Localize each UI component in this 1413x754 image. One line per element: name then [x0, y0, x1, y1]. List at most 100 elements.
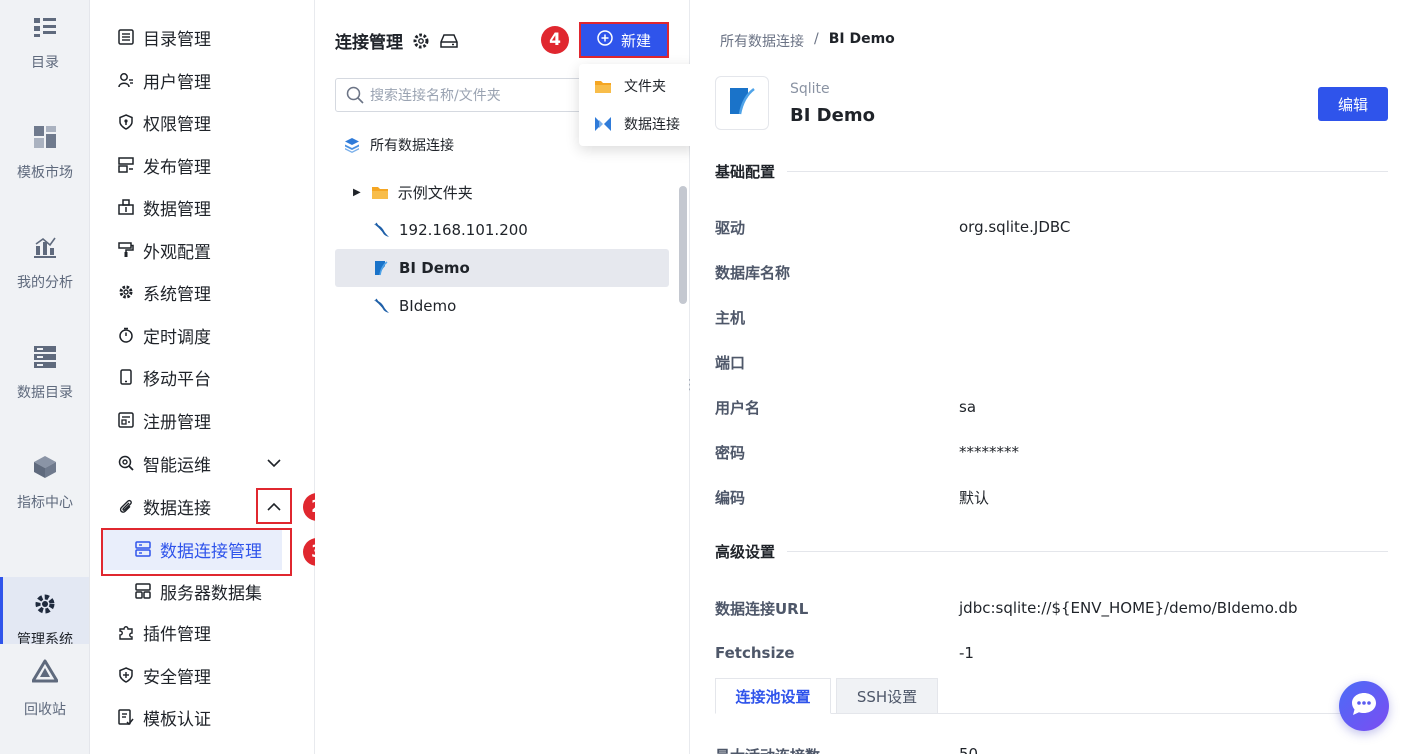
rail-label: 我的分析	[17, 275, 73, 291]
rail-item-my-analysis[interactable]: 我的分析	[0, 234, 89, 334]
drive-icon[interactable]	[439, 31, 459, 51]
menu-item-security-mgmt[interactable]: 安全管理	[90, 654, 314, 696]
analysis-icon	[32, 234, 58, 260]
dropdown-item-data-connection[interactable]: 数据连接	[579, 105, 699, 143]
menu-label: 发布管理	[143, 157, 211, 178]
menu-label: 智能运维	[143, 455, 211, 476]
shield-icon	[117, 113, 135, 131]
menu-label: 数据连接	[143, 498, 211, 519]
menu-item-data-connection[interactable]: 数据连接	[90, 485, 314, 527]
tree-node-connection[interactable]: BIdemo	[335, 287, 669, 325]
timer-icon	[117, 326, 135, 344]
field-label: 数据连接URL	[715, 599, 809, 618]
tree-node-label: BIdemo	[399, 297, 457, 315]
field-value: 默认	[959, 488, 990, 507]
menu-item-plugin-mgmt[interactable]: 插件管理	[90, 611, 314, 653]
search-placeholder: 搜索连接名称/文件夹	[370, 88, 501, 104]
menu-item-system-mgmt[interactable]: 系统管理	[90, 271, 314, 313]
menu-label: 定时调度	[143, 327, 211, 348]
menu-label: 插件管理	[143, 624, 211, 645]
sqlite-logo	[715, 76, 769, 130]
menu-item-user-mgmt[interactable]: 用户管理	[90, 59, 314, 101]
new-button-label: 新建	[620, 31, 651, 50]
rail-label: 数据目录	[17, 385, 73, 401]
menu-label: 系统管理	[143, 284, 211, 305]
tree-node-folder[interactable]: ▶ 示例文件夹	[335, 173, 669, 211]
menu-item-template-cert[interactable]: 模板认证	[90, 696, 314, 738]
field-fetchsize: Fetchsize -1	[715, 642, 1388, 664]
certificate-icon	[117, 708, 135, 726]
field-label: 数据库名称	[715, 263, 791, 282]
rail-item-metrics[interactable]: 指标中心	[0, 454, 89, 554]
dropdown-label: 文件夹	[624, 79, 666, 95]
breadcrumb-current: BI Demo	[828, 31, 895, 47]
field-max-active-value: 50	[959, 745, 979, 754]
metrics-icon	[32, 454, 58, 480]
rail-label: 指标中心	[17, 495, 73, 511]
paint-roller-icon	[117, 241, 135, 259]
gear-icon	[32, 591, 58, 617]
menu-label: 注册管理	[143, 412, 211, 433]
data-connection-icon	[594, 115, 612, 133]
tree-node-label: BI Demo	[399, 259, 470, 277]
tree-node-label: 示例文件夹	[397, 183, 473, 202]
menu-item-mobile[interactable]: 移动平台	[90, 356, 314, 398]
tree-title: 连接管理	[335, 33, 403, 53]
tab-ssh-settings[interactable]: SSH设置	[836, 678, 938, 714]
new-button[interactable]: 新建	[579, 22, 669, 58]
tab-pool-settings[interactable]: 连接池设置	[715, 678, 831, 714]
field-value: jdbc:sqlite://${ENV_HOME}/demo/BIdemo.db	[959, 599, 1298, 617]
rail-item-data-catalog[interactable]: 数据目录	[0, 344, 89, 444]
rail-item-catalog[interactable]: 目录	[0, 14, 89, 114]
tree-scrollbar[interactable]	[679, 186, 687, 304]
menu-item-permission-mgmt[interactable]: 权限管理	[90, 101, 314, 143]
menu-item-schedule[interactable]: 定时调度	[90, 314, 314, 356]
tree-node-bi-demo[interactable]: BI Demo	[335, 249, 669, 287]
breadcrumb-parent[interactable]: 所有数据连接	[720, 31, 804, 51]
dropdown-item-folder[interactable]: 文件夹	[579, 67, 699, 105]
rail-item-recycle[interactable]: 回收站	[0, 644, 89, 754]
mysql-dolphin-icon	[372, 221, 390, 239]
menu-item-register[interactable]: 注册管理	[90, 399, 314, 441]
menu-item-smart-ops[interactable]: 智能运维	[90, 442, 314, 484]
template-market-icon	[32, 124, 58, 150]
caret-right-icon[interactable]: ▶	[353, 187, 361, 198]
chat-assistant-button[interactable]	[1339, 681, 1389, 731]
app-rail: 目录 模板市场 我的分析 数据目录 指标中心 管理系统 回收站	[0, 0, 90, 754]
field-value: -1	[959, 644, 974, 662]
search-input[interactable]: 搜索连接名称/文件夹	[335, 78, 590, 112]
settings-gear-icon[interactable]	[411, 31, 431, 51]
folder-icon	[371, 183, 389, 201]
field-host: 主机	[715, 306, 1388, 328]
mobile-icon	[117, 368, 135, 386]
tree-node-label: 192.168.101.200	[399, 221, 528, 239]
menu-item-server-dataset[interactable]: 服务器数据集	[90, 570, 314, 612]
edit-button[interactable]: 编辑	[1318, 87, 1388, 121]
rail-item-template-market[interactable]: 模板市场	[0, 124, 89, 224]
menu-item-publish-mgmt[interactable]: 发布管理	[90, 144, 314, 186]
menu-label: 权限管理	[143, 114, 211, 135]
tree-node-connection[interactable]: 192.168.101.200	[335, 211, 669, 249]
field-value: org.sqlite.JDBC	[959, 218, 1071, 236]
menu-label: 外观配置	[143, 242, 211, 263]
connection-detail-panel: 所有数据连接 / BI Demo Sqlite BI Demo 编辑 基础配置 …	[690, 0, 1413, 754]
user-icon	[117, 71, 135, 89]
menu-item-catalog-mgmt[interactable]: 目录管理	[90, 16, 314, 58]
field-username: 用户名 sa	[715, 396, 1388, 418]
highlight-box	[101, 528, 292, 576]
menu-item-data-mgmt[interactable]: 数据管理	[90, 186, 314, 228]
menu-item-appearance[interactable]: 外观配置	[90, 229, 314, 271]
rail-label: 目录	[31, 55, 59, 71]
mysql-dolphin-icon	[372, 297, 390, 315]
menu-label: 模板认证	[143, 709, 211, 730]
chevron-down-icon[interactable]	[262, 451, 286, 475]
catalog-icon	[32, 14, 58, 40]
chat-bubble-icon	[1350, 691, 1378, 721]
field-url: 数据连接URL jdbc:sqlite://${ENV_HOME}/demo/BI…	[715, 597, 1388, 619]
rail-label: 模板市场	[17, 165, 73, 181]
section-title: 基础配置	[715, 162, 776, 181]
ops-icon	[117, 454, 135, 472]
chevron-up-icon[interactable]	[256, 488, 292, 524]
publish-icon	[117, 156, 135, 174]
breadcrumb-separator: /	[814, 31, 819, 47]
